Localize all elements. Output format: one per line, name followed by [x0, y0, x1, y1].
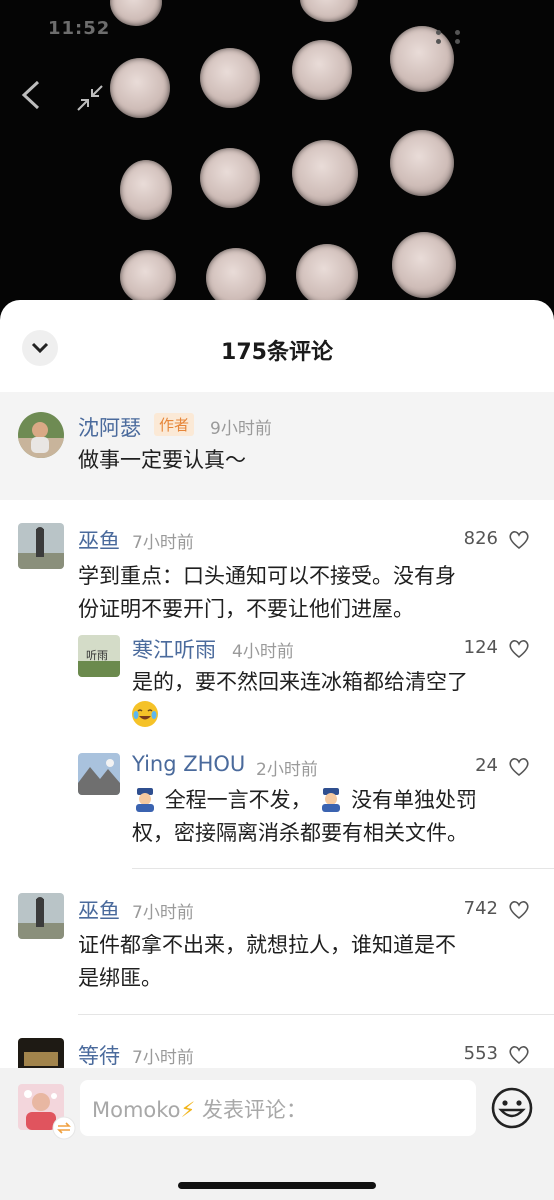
like-count: 553 [463, 1043, 498, 1064]
heart-icon[interactable] [508, 757, 530, 777]
placeholder-text: 发表评论： [201, 1098, 307, 1122]
comment-text-line: 是的，要不然回来连冰箱都给清空了 [132, 670, 468, 694]
chevron-left-icon[interactable] [20, 80, 50, 114]
lattice-hole [120, 160, 172, 220]
comment-time: 4小时前 [232, 642, 294, 662]
user-avatar[interactable] [18, 523, 64, 569]
home-indicator [178, 1182, 376, 1189]
user-avatar[interactable]: 听雨 [78, 635, 120, 677]
divider [132, 868, 554, 869]
lattice-hole [120, 250, 176, 304]
lightning-icon: ⚡ [180, 1098, 196, 1122]
lattice-hole [110, 0, 162, 26]
reply-text: 全程一言不发， 没有单独处罚 权，密接隔离消杀都要有相关文件。 [132, 784, 532, 850]
reply-text: 是的，要不然回来连冰箱都给清空了 [132, 666, 468, 732]
smiley-face-icon[interactable] [490, 1086, 534, 1130]
comment-text-line: 份证明不要开门，不要让他们进屋。 [78, 597, 414, 621]
comment-text-fragment: 没有单独处罚 [351, 788, 478, 812]
police-officer-emoji-icon [318, 786, 344, 812]
heart-icon[interactable] [508, 900, 530, 920]
comment-time: 7小时前 [132, 1048, 194, 1068]
comment-text: 学到重点：口头通知可以不接受。没有身 份证明不要开门，不要让他们进屋。 [78, 560, 456, 626]
author-avatar[interactable] [18, 412, 64, 458]
signal-icon [436, 30, 460, 44]
author-post-text: 做事一定要认真～ [78, 448, 246, 472]
user-avatar[interactable] [18, 893, 64, 939]
heart-icon[interactable] [508, 639, 530, 659]
lattice-hole [292, 40, 352, 100]
lattice-hole [200, 48, 260, 108]
video-player[interactable]: 11:52 [0, 0, 554, 330]
user-avatar[interactable] [78, 753, 120, 795]
comment-username[interactable]: 巫鱼 [78, 895, 120, 925]
lattice-hole [296, 244, 358, 306]
like-count: 24 [475, 755, 498, 776]
input-placeholder: Momoko⚡ 发表评论： [92, 1094, 307, 1124]
heart-icon[interactable] [508, 530, 530, 550]
comment-time: 9小时前 [210, 419, 272, 439]
panel-header: 175条评论 [0, 300, 554, 392]
comment-time: 7小时前 [132, 533, 194, 553]
heart-icon[interactable] [508, 1045, 530, 1065]
comment-text: 证件都拿不出来，就想拉人，谁知道是不 是绑匪。 [78, 929, 456, 995]
lattice-hole [206, 248, 266, 308]
like-count: 124 [463, 637, 498, 658]
comment-text-line: 权，密接隔离消杀都要有相关文件。 [132, 821, 468, 845]
comment-username[interactable]: 巫鱼 [78, 525, 120, 555]
status-time: 11:52 [48, 18, 111, 39]
comment-time: 7小时前 [132, 903, 194, 923]
nickname: Momoko [92, 1098, 181, 1122]
comment-text-line: 学到重点：口头通知可以不接受。没有身 [78, 564, 456, 588]
lattice-hole [292, 140, 358, 206]
author-tag: 作者 [154, 413, 195, 436]
lattice-hole [392, 232, 456, 298]
comment-text-fragment: 全程一言不发， [164, 788, 312, 812]
like-count: 826 [463, 528, 498, 549]
comment-text-line: 是绑匪。 [78, 966, 162, 990]
comment-input-bar: Momoko⚡ 发表评论： [0, 1068, 554, 1200]
reply-username[interactable]: 寒江听雨 [132, 634, 216, 664]
comment-input[interactable]: Momoko⚡ 发表评论： [80, 1080, 476, 1136]
divider [78, 1014, 554, 1015]
police-officer-emoji-icon [132, 786, 158, 812]
lattice-hole [200, 148, 260, 208]
lattice-hole [300, 0, 358, 22]
comment-count-title: 175条评论 [221, 340, 333, 365]
shrink-arrows-icon[interactable] [76, 84, 104, 112]
comments-panel: 175条评论 沈阿瑟 作者 9小时前 做事一定要认真～ 巫鱼 7小时前 826 … [0, 300, 554, 1200]
comment-time: 2小时前 [256, 760, 318, 780]
laughing-crying-emoji-icon [132, 701, 158, 727]
author-post[interactable]: 沈阿瑟 作者 9小时前 做事一定要认真～ [0, 392, 554, 500]
comment-username[interactable]: 等待 [78, 1040, 120, 1070]
lattice-hole [110, 58, 170, 118]
like-count: 742 [463, 898, 498, 919]
avatar-text: 听雨 [86, 649, 108, 662]
lattice-hole [390, 130, 454, 196]
comment-text-line: 证件都拿不出来，就想拉人，谁知道是不 [78, 933, 456, 957]
switch-account-icon[interactable] [52, 1116, 76, 1140]
reply-username[interactable]: Ying ZHOU [132, 752, 245, 776]
author-username[interactable]: 沈阿瑟 [78, 412, 141, 442]
